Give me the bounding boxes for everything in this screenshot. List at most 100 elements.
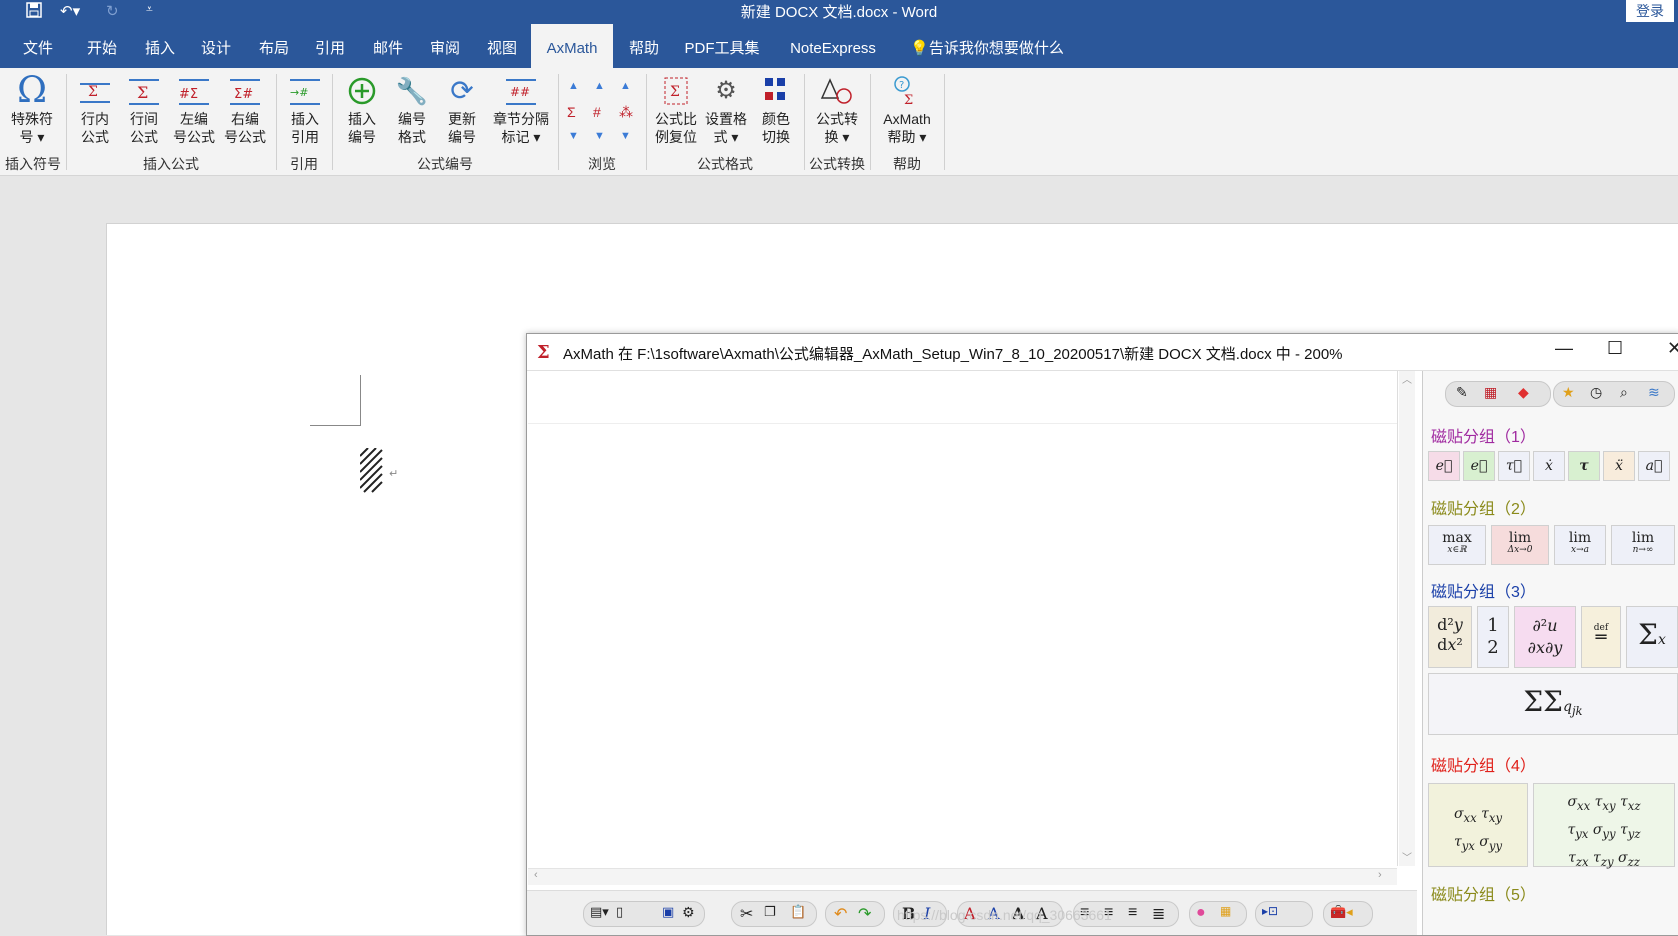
tile-group-title: 磁贴分组（1） — [1431, 429, 1536, 446]
formula-tile[interactable]: ΣΣqjk — [1428, 673, 1678, 735]
tab-home[interactable]: 开始 — [78, 24, 126, 68]
tile-group-title: 磁贴分组（5） — [1431, 887, 1536, 904]
star-icon[interactable]: ★ — [1562, 384, 1575, 401]
horizontal-scrollbar[interactable]: ‹ › — [528, 868, 1397, 885]
tab-pdf-tools[interactable]: PDF工具集 — [680, 24, 764, 68]
right-numbered-formula-button[interactable]: Σ# 右编 号公式 — [220, 74, 270, 146]
tile-grid-icon[interactable]: ▦ — [1484, 384, 1497, 401]
number-format-button[interactable]: 🔧 编号 格式 — [390, 74, 434, 146]
chapter-separator-button[interactable]: ## 章节分隔 标记 ▾ — [490, 74, 552, 146]
maximize-icon[interactable]: ☐ — [1607, 338, 1623, 359]
tab-review[interactable]: 审阅 — [421, 24, 469, 68]
formula-tile[interactable]: τ — [1568, 451, 1600, 481]
right-numbered-icon: Σ# — [228, 74, 262, 108]
formula-tile[interactable]: e⃗ — [1428, 451, 1460, 481]
search-icon[interactable]: ⌕ — [1620, 384, 1628, 401]
tab-layout[interactable]: 布局 — [250, 24, 298, 68]
list-icon[interactable]: ▤▾ — [590, 904, 609, 920]
formula-tile[interactable]: τ⃗ — [1498, 451, 1530, 481]
layers-icon[interactable]: ≋ — [1648, 384, 1660, 401]
tell-me-search[interactable]: 💡告诉我你想要做什么 — [902, 24, 1072, 68]
svg-text:Σ: Σ — [904, 93, 913, 108]
login-button[interactable]: 登录 — [1626, 0, 1674, 22]
formula-tile[interactable]: max x∈ℝ — [1428, 525, 1486, 565]
color-switch-icon — [759, 74, 793, 108]
formula-tile[interactable]: e⃗ — [1463, 451, 1495, 481]
prev-up-icon[interactable]: ▲ — [620, 80, 631, 92]
convert-formula-button[interactable]: 公式转 换 ▾ — [812, 74, 862, 146]
color-switch-button[interactable]: 颜色 切换 — [754, 74, 798, 146]
clock-icon[interactable]: ◷ — [1590, 384, 1602, 401]
tab-file[interactable]: 文件 — [14, 24, 62, 68]
tab-axmath[interactable]: AxMath — [531, 24, 613, 68]
formula-tile[interactable]: σxx τxy τyx σyy — [1428, 783, 1528, 867]
settings-icon[interactable]: ⚙ — [682, 904, 695, 921]
minimize-icon[interactable]: — — [1555, 338, 1573, 359]
number-hash-icon[interactable]: # — [593, 104, 601, 120]
group-formula-convert: 公式转换 — [809, 156, 865, 172]
svg-text:?: ? — [899, 80, 904, 91]
scale-reset-button[interactable]: Σ 公式比 例复位 — [652, 74, 700, 146]
next-down-icon[interactable]: ▼ — [594, 130, 605, 142]
tab-help[interactable]: 帮助 — [618, 24, 670, 68]
redo-icon[interactable]: ↷ — [858, 904, 871, 924]
formula-sigma-icon[interactable]: Σ — [567, 104, 576, 120]
scroll-up-icon[interactable]: ︿ — [1402, 371, 1412, 386]
save-icon[interactable]: ▣ — [662, 904, 674, 920]
special-char-button[interactable]: Ω 特殊符 号 ▾ — [6, 73, 58, 146]
insert-number-button[interactable]: 插入 编号 — [340, 74, 384, 146]
tab-design[interactable]: 设计 — [192, 24, 240, 68]
color-wheel-icon[interactable]: ● — [1196, 904, 1206, 922]
insert-symbol-icon[interactable]: ▸⊡ — [1262, 904, 1278, 918]
update-number-button[interactable]: ⟳ 更新 编号 — [440, 74, 484, 146]
formula-tile[interactable]: ∂²u ∂x∂y — [1514, 606, 1576, 668]
formula-tile[interactable]: ẍ — [1603, 451, 1635, 481]
align-justify-icon[interactable]: ≣ — [1152, 904, 1165, 924]
formula-tile[interactable]: 12 — [1477, 606, 1509, 668]
new-doc-icon[interactable]: ▯ — [616, 904, 623, 920]
axmath-help-button[interactable]: ? Σ AxMath 帮助 ▾ — [876, 74, 938, 146]
left-numbered-formula-button[interactable]: #Σ 左编 号公式 — [170, 74, 218, 146]
palette-icon[interactable]: ▦ — [1220, 904, 1231, 918]
inline-formula-button[interactable]: Σ 行内 公式 — [73, 74, 117, 146]
chapter-hash-icon[interactable]: ⁂ — [619, 104, 633, 121]
prev-up-icon[interactable]: ▲ — [568, 80, 579, 92]
formula-tile[interactable]: def ═ — [1581, 606, 1621, 668]
tile-group-title: 磁贴分组（4） — [1431, 758, 1536, 775]
insert-reference-button[interactable]: →# 插入 引用 — [283, 74, 327, 146]
scroll-left-icon[interactable]: ‹ — [534, 869, 538, 881]
prev-up-icon[interactable]: ▲ — [594, 80, 605, 92]
copy-icon[interactable]: ❐ — [764, 904, 776, 920]
set-format-button[interactable]: ⚙ 设置格 式 ▾ — [702, 74, 750, 146]
formula-tile[interactable]: σxx τxy τxz τyx σyy τyz τzx τzy σzz — [1533, 783, 1675, 868]
formula-tile[interactable]: lim n→∞ — [1611, 525, 1675, 565]
formula-tile[interactable]: lim x→a — [1554, 525, 1606, 565]
formula-tile[interactable]: Σx — [1626, 606, 1678, 668]
next-down-icon[interactable]: ▼ — [620, 130, 631, 142]
formula-tile[interactable]: lim Δx→0 — [1491, 525, 1549, 565]
tab-insert[interactable]: 插入 — [136, 24, 184, 68]
formula-tile[interactable]: ẋ — [1533, 451, 1565, 481]
tab-references[interactable]: 引用 — [306, 24, 354, 68]
tab-noteexpress[interactable]: NoteExpress — [778, 24, 888, 68]
display-formula-button[interactable]: Σ 行间 公式 — [122, 74, 166, 146]
ribbon-tabs: 文件 开始 插入 设计 布局 引用 邮件 审阅 视图 AxMath 帮助 PDF… — [0, 24, 1678, 68]
tab-mailings[interactable]: 邮件 — [364, 24, 412, 68]
toolbox-icon[interactable]: 🧰◂ — [1330, 904, 1353, 920]
vertical-scrollbar[interactable]: ︿ ﹀ — [1399, 371, 1415, 866]
close-icon[interactable]: ✕ — [1667, 338, 1678, 359]
eraser-brush-icon[interactable]: ✎ — [1456, 384, 1468, 401]
align-right-icon[interactable]: ≡ — [1128, 904, 1137, 922]
formula-editor-canvas[interactable] — [528, 371, 1398, 866]
paste-icon[interactable]: 📋 — [790, 904, 806, 920]
tab-view[interactable]: 视图 — [478, 24, 526, 68]
next-down-icon[interactable]: ▼ — [568, 130, 579, 142]
undo-icon[interactable]: ↶ — [834, 904, 847, 924]
formula-placeholder-icon[interactable] — [359, 447, 386, 497]
formula-tile[interactable]: d²y dx² — [1428, 606, 1472, 668]
scroll-down-icon[interactable]: ﹀ — [1402, 849, 1412, 864]
formula-tile[interactable]: a⃗ — [1638, 451, 1670, 481]
cut-icon[interactable]: ✂ — [740, 904, 753, 924]
eraser-icon[interactable]: ◆ — [1518, 384, 1529, 401]
scroll-right-icon[interactable]: › — [1378, 869, 1382, 881]
